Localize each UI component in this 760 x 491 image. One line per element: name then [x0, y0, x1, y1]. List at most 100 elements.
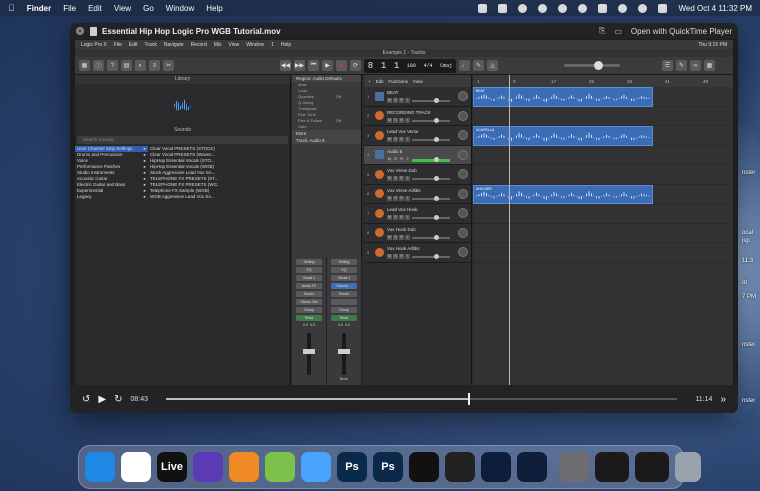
- menu-go[interactable]: Go: [143, 4, 154, 13]
- logic-menu-edit: Edit: [128, 41, 138, 48]
- skip-back-icon[interactable]: ↺: [82, 394, 90, 405]
- logic-clock: Thu 9:15 PM: [698, 41, 727, 48]
- volume-fader: [303, 333, 315, 375]
- logic-menu-track: Track: [144, 41, 157, 48]
- mic-icon: [375, 111, 384, 121]
- list-editors-icon: ☰: [662, 60, 673, 71]
- library-header: Library: [75, 75, 290, 84]
- widget-fragment: nster: [742, 398, 756, 404]
- dock-app-photoshop[interactable]: Ps: [337, 452, 367, 482]
- share-icon[interactable]: ⎘: [599, 26, 605, 36]
- track-lane: [473, 243, 733, 263]
- playback-controls: ↺ ▶ ↻ 08:43 11:14 »: [70, 385, 738, 413]
- mic-icon: [375, 189, 384, 199]
- dock-app-hub[interactable]: [265, 452, 295, 482]
- volume-fader: [338, 333, 350, 375]
- track-lane: ACAPELLA: [473, 126, 733, 146]
- dock-app-finder[interactable]: [85, 452, 115, 482]
- search-icon[interactable]: [638, 3, 648, 13]
- channel-strips: Setting EQ Visual 1 Audio FX Sends Stere…: [292, 257, 362, 385]
- pip-icon[interactable]: ▭: [614, 27, 622, 36]
- library-sounds-label: Sounds: [174, 127, 191, 133]
- dock-app-splice[interactable]: [409, 452, 439, 482]
- dock: Live Ps Ps: [78, 445, 701, 489]
- tuner-icon: ♩: [459, 60, 470, 71]
- dock-app-final-cut[interactable]: [445, 452, 475, 482]
- mic-icon: [375, 247, 384, 257]
- record-icon: ●: [336, 60, 347, 71]
- widget-fragment: nster: [742, 342, 756, 348]
- dock-app-logic-remote[interactable]: [193, 452, 223, 482]
- play-status-icon[interactable]: [558, 3, 568, 13]
- status-app-icon[interactable]: [478, 3, 488, 13]
- audio-region: AHH-BRR: [473, 184, 653, 204]
- dock-app-fl-studio[interactable]: [229, 452, 259, 482]
- dock-app-uad[interactable]: [481, 452, 511, 482]
- wifi-icon[interactable]: [618, 3, 628, 13]
- battery-icon[interactable]: [598, 3, 608, 13]
- widget-fragment: nster: [742, 170, 756, 176]
- menu-bar:  Finder File Edit View Go Window Help W…: [0, 0, 760, 16]
- channel-strip: Setting EQ Visual 1 Audio FX Sends Stere…: [292, 257, 327, 385]
- dock-app-system-preferences[interactable]: [559, 452, 589, 482]
- track-row: 1 BEAT MSRI: [364, 87, 471, 107]
- dock-app-chrome[interactable]: [121, 452, 151, 482]
- fast-forward-icon[interactable]: »: [720, 394, 726, 405]
- dock-app-ableton-live[interactable]: Live: [157, 452, 187, 482]
- menu-edit[interactable]: Edit: [88, 4, 102, 13]
- uad-icon[interactable]: [518, 3, 528, 13]
- library-waveform-icon: [75, 84, 290, 126]
- elapsed-time: 08:43: [130, 395, 149, 403]
- inspector-icon: ⓘ: [93, 60, 104, 71]
- dock-window-preview[interactable]: [595, 452, 629, 482]
- track-lane: [473, 146, 733, 165]
- close-icon[interactable]: ✕: [76, 27, 84, 35]
- menu-file[interactable]: File: [63, 4, 76, 13]
- quicktime-player-window: ✕ Essential Hip Hop Logic Pro WGB Tutori…: [70, 23, 738, 413]
- antenna-icon[interactable]: [538, 3, 548, 13]
- dock-app-photoshop-2[interactable]: Ps: [373, 452, 403, 482]
- play-button-icon[interactable]: ▶: [98, 394, 106, 405]
- toolbar-icon: ▤: [121, 60, 132, 71]
- cast-icon[interactable]: [498, 3, 508, 13]
- library-panel: Library Sounds Search Sounds User Channe…: [75, 75, 291, 385]
- track-row: 6 Vox Verse Adlibs MSRI: [364, 185, 471, 204]
- dock-app-cloud[interactable]: [301, 452, 331, 482]
- menu-help[interactable]: Help: [206, 4, 222, 13]
- scrubber[interactable]: [166, 393, 678, 405]
- lcd-key: Cmaj: [440, 62, 453, 69]
- app-menu[interactable]: Finder: [27, 4, 51, 13]
- menu-view[interactable]: View: [114, 4, 131, 13]
- scrubber-handle[interactable]: [467, 393, 470, 405]
- open-with-quicktime-button[interactable]: Open with QuickTime Player: [631, 27, 732, 36]
- logic-control-bar: ▦ ⓘ ? ▤ ◐ ≡ ✂ ◀◀ ▶▶ ⏮ ▶ ● ⟳ 8 1 1 100 4/…: [75, 57, 733, 75]
- tracks-toolbar: + Edit Functions View: [364, 75, 471, 87]
- mic-icon: [375, 228, 384, 238]
- menu-window[interactable]: Window: [166, 4, 194, 13]
- menubar-clock[interactable]: Wed Oct 4 11:32 PM: [678, 4, 752, 13]
- loops-icon: ∞: [690, 60, 701, 71]
- play-icon: ▶: [322, 60, 333, 71]
- track-row: 5 Vox Verse Dub MSRI: [364, 165, 471, 185]
- waveform-icon: [375, 150, 384, 160]
- skip-forward-icon[interactable]: ↻: [114, 394, 122, 405]
- document-icon: [90, 26, 97, 36]
- record-status-icon[interactable]: [578, 3, 588, 13]
- control-center-icon[interactable]: [658, 3, 668, 13]
- video-title: Essential Hip Hop Logic Pro WGB Tutorial…: [102, 26, 281, 36]
- track-headers: + Edit Functions View 1 BEAT MSRI 2 RECO…: [364, 75, 472, 385]
- trash-icon[interactable]: [675, 452, 701, 482]
- mixer-icon: ≡: [149, 60, 160, 71]
- apple-menu-icon[interactable]: : [8, 3, 15, 13]
- lcd-bar: 8: [367, 60, 374, 71]
- dock-window-preview-2[interactable]: [635, 452, 669, 482]
- track-row: 4 Audio 5 MSRI: [364, 145, 471, 165]
- logic-menu-1: 1: [271, 41, 274, 48]
- library-search-field: Search Sounds: [77, 136, 288, 144]
- dock-app-uad-2[interactable]: [517, 452, 547, 482]
- audio-region: BEAT: [473, 87, 653, 107]
- widget-fragment: 11:3: [742, 258, 754, 264]
- widget-fragment: isp: [742, 238, 750, 244]
- lcd-signature: 4/4: [423, 62, 433, 69]
- rewind-icon: ◀◀: [280, 60, 291, 71]
